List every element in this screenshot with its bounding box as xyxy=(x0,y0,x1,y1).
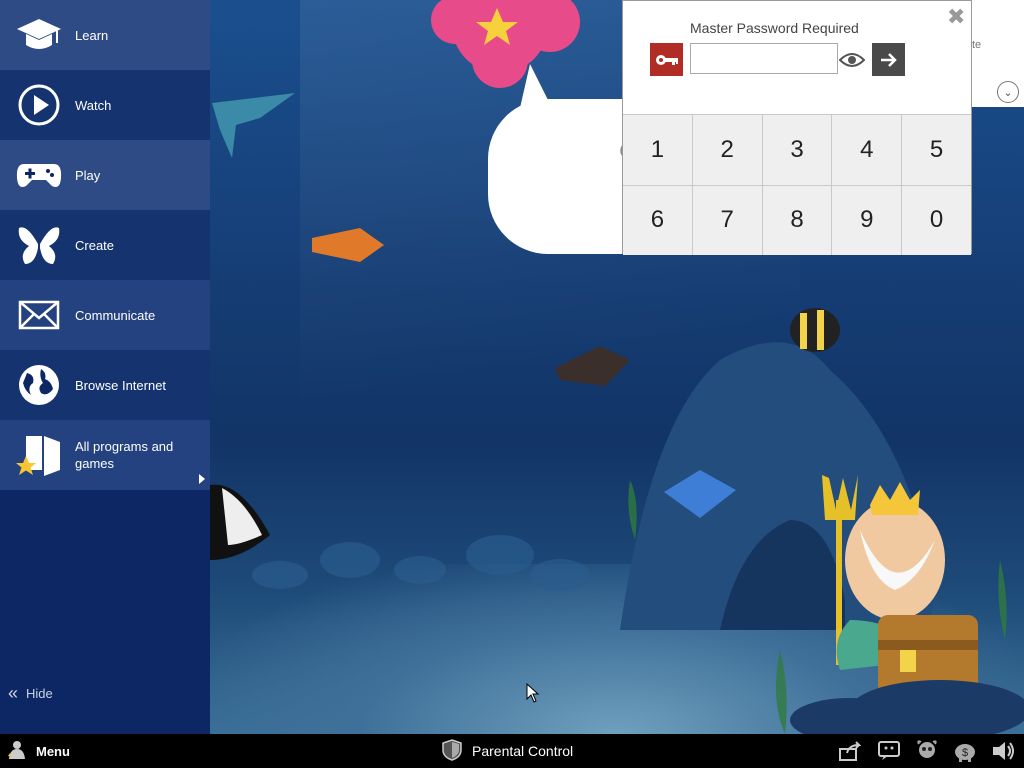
submenu-arrow-icon xyxy=(199,474,205,484)
keypad-key[interactable]: 3 xyxy=(762,115,832,185)
piggy-bank-icon[interactable]: $ xyxy=(952,739,978,763)
keypad-key[interactable]: 2 xyxy=(692,115,762,185)
sidebar-item-play[interactable]: Play xyxy=(0,140,210,210)
character-icon[interactable] xyxy=(914,739,940,763)
sidebar-item-create[interactable]: Create xyxy=(0,210,210,280)
sidebar-item-label: Play xyxy=(75,167,101,183)
share-icon[interactable] xyxy=(838,739,864,763)
dialog-title: Master Password Required xyxy=(690,20,859,36)
hide-label: Hide xyxy=(26,686,53,701)
butterfly-icon xyxy=(16,222,62,268)
parental-control-button[interactable]: Parental Control xyxy=(442,738,574,764)
taskbar: Menu Parental Control $ xyxy=(0,734,1024,768)
gamepad-icon xyxy=(16,152,62,198)
hide-sidebar-button[interactable]: « Hide xyxy=(8,683,53,704)
envelope-icon xyxy=(16,292,62,338)
keypad-key[interactable]: 4 xyxy=(832,115,902,185)
keypad-key[interactable]: 8 xyxy=(762,185,832,255)
menu-label: Menu xyxy=(36,743,70,759)
shield-icon xyxy=(442,738,462,764)
keypad-key[interactable]: 9 xyxy=(832,185,902,255)
sidebar-item-label: Communicate xyxy=(75,307,156,323)
sidebar-item-label: Watch xyxy=(75,97,112,113)
parental-control-label: Parental Control xyxy=(472,743,574,759)
graduation-cap-icon xyxy=(16,12,62,58)
keypad-key[interactable]: 7 xyxy=(692,185,762,255)
sidebar-item-all-programs[interactable]: All programs and games xyxy=(0,420,210,490)
sidebar-item-label: Learn xyxy=(75,27,109,43)
chevron-down-icon[interactable]: ⌄ xyxy=(997,81,1019,103)
play-circle-icon xyxy=(16,82,62,128)
globe-icon xyxy=(16,362,62,408)
show-password-icon[interactable] xyxy=(833,43,871,76)
password-input[interactable] xyxy=(690,43,838,74)
numeric-keypad: 1 2 3 4 5 6 7 8 9 0 xyxy=(623,114,971,255)
menu-button[interactable]: Menu xyxy=(6,739,70,763)
double-chevron-left-icon: « xyxy=(8,683,19,703)
close-icon[interactable]: ✖ xyxy=(947,6,965,28)
keypad-key[interactable]: 6 xyxy=(623,185,692,255)
sidebar-item-label: All programs and games xyxy=(75,439,174,471)
sidebar-item-label: Create xyxy=(75,237,115,253)
programs-star-icon xyxy=(16,432,62,478)
sidebar-item-label: Browse Internet xyxy=(75,377,167,393)
keypad-key[interactable]: 1 xyxy=(623,115,692,185)
submit-arrow-button[interactable] xyxy=(872,43,905,76)
background-panel-text: te xyxy=(972,39,982,51)
chat-icon[interactable] xyxy=(876,739,902,763)
menu-logo-icon xyxy=(6,739,28,764)
system-tray: $ xyxy=(838,739,1016,763)
sidebar-item-browse-internet[interactable]: Browse Internet xyxy=(0,350,210,420)
sidebar-item-communicate[interactable]: Communicate xyxy=(0,280,210,350)
sidebar: Learn Watch Play Create Communicate Brow… xyxy=(0,0,210,734)
keypad-key[interactable]: 0 xyxy=(902,185,971,255)
keypad-key[interactable]: 5 xyxy=(902,115,971,185)
mouse-cursor-icon xyxy=(526,682,540,708)
speaker-icon[interactable] xyxy=(990,739,1016,763)
sidebar-item-learn[interactable]: Learn xyxy=(0,0,210,70)
sidebar-item-watch[interactable]: Watch xyxy=(0,70,210,140)
master-password-dialog: Master Password Required ✖ 1 2 3 4 5 6 7… xyxy=(622,0,972,255)
svg-text:$: $ xyxy=(962,747,968,759)
key-icon xyxy=(650,43,683,76)
